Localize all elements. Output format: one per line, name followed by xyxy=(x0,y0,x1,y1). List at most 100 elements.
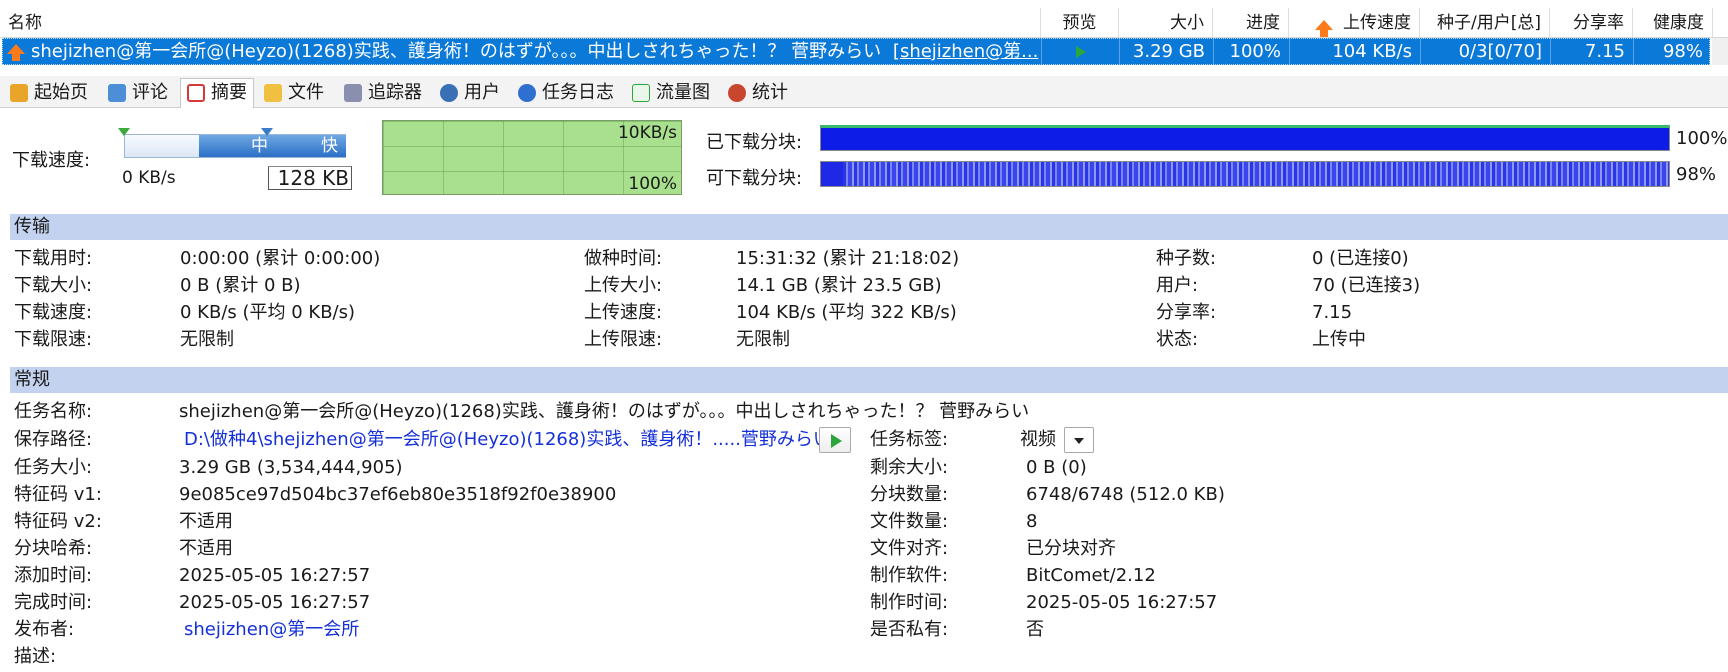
task-name-cell: shejizhen@第一会所@(Heyzo)(1268)实践、護身術！のはずが。… xyxy=(3,39,1042,64)
task-name-value: shejizhen@第一会所@(Heyzo)(1268)实践、護身術！のはずが。… xyxy=(179,401,1030,422)
traffic-graph-icon xyxy=(632,84,650,102)
column-size[interactable]: 大小 xyxy=(1119,8,1213,38)
share-ratio-cell: 7.15 xyxy=(1551,39,1634,64)
traffic-mini-graph: 10KB/s 100% xyxy=(382,120,682,195)
column-progress[interactable]: 进度 xyxy=(1213,8,1289,38)
task-size-label: 任务大小: xyxy=(14,457,93,478)
publisher-link[interactable]: shejizhen@第一会所 xyxy=(184,619,359,641)
tab-stats[interactable]: 统计 xyxy=(722,79,794,107)
upload-limit-label: 上传限速: xyxy=(584,329,663,350)
upload-speed-label: 上传速度: xyxy=(584,302,663,323)
downloaded-pieces-bar xyxy=(820,125,1670,151)
tab-label: 评论 xyxy=(132,82,168,103)
graph-max-label: 10KB/s xyxy=(617,123,677,143)
seeds-label: 种子数: xyxy=(1156,248,1217,269)
preview-play-icon[interactable] xyxy=(1075,46,1086,58)
peers-label: 用户: xyxy=(1156,275,1199,296)
created-time-value: 2025-05-05 16:27:57 xyxy=(1026,592,1218,613)
size-cell: 3.29 GB xyxy=(1120,39,1214,64)
task-name-link[interactable]: [shejizhen@第... xyxy=(893,41,1038,62)
tab-files[interactable]: 文件 xyxy=(258,79,330,107)
status-label: 状态: xyxy=(1156,329,1199,350)
slider-handle-icon[interactable] xyxy=(261,128,273,136)
software-label: 制作软件: xyxy=(870,565,949,586)
speed-slider[interactable]: 中 快 xyxy=(124,134,346,158)
tab-comments[interactable]: 评论 xyxy=(102,79,174,107)
file-align-label: 文件对齐: xyxy=(870,538,949,559)
completed-time-label: 完成时间: xyxy=(14,592,93,613)
created-time-label: 制作时间: xyxy=(870,592,949,613)
column-share-ratio[interactable]: 分享率 xyxy=(1550,8,1633,38)
task-log-icon xyxy=(518,84,536,102)
slider-min-marker-icon[interactable] xyxy=(118,128,130,136)
upload-size-value: 14.1 GB (累计 23.5 GB) xyxy=(736,275,942,296)
task-tag-value: 视频 xyxy=(1020,429,1056,450)
remaining-size-label: 剩余大小: xyxy=(870,457,949,478)
task-name-label: 任务名称: xyxy=(14,401,93,422)
comment-icon xyxy=(108,84,126,102)
peers-value: 70 (已连接3) xyxy=(1312,275,1421,296)
section-general: 常规 xyxy=(10,367,1728,393)
preview-cell[interactable] xyxy=(1042,39,1120,64)
chevron-down-icon xyxy=(1074,438,1084,444)
available-pieces-percent: 98% xyxy=(1676,164,1717,185)
piece-hash-label: 分块哈希: xyxy=(14,538,93,559)
tab-label: 文件 xyxy=(288,82,324,103)
software-value: BitComet/2.12 xyxy=(1026,565,1156,586)
slider-mid-label: 中 xyxy=(251,136,268,156)
download-size-value: 0 B (累计 0 B) xyxy=(180,275,301,296)
tab-start-page[interactable]: 起始页 xyxy=(4,79,94,107)
tab-label: 流量图 xyxy=(656,82,710,103)
upload-speed-value: 104 KB/s (平均 322 KB/s) xyxy=(736,302,957,323)
tab-trackers[interactable]: 追踪器 xyxy=(338,79,428,107)
private-value: 否 xyxy=(1026,619,1044,640)
piece-count-label: 分块数量: xyxy=(870,484,949,505)
task-size-value: 3.29 GB (3,534,444,905) xyxy=(179,457,403,478)
save-path-link[interactable]: D:\做种4\shejizhen@第一会所@(Heyzo)(1268)实践、護身… xyxy=(184,429,831,451)
column-health[interactable]: 健康度 xyxy=(1633,8,1713,38)
tab-label: 任务日志 xyxy=(542,82,614,103)
available-pieces-label: 可下载分块: xyxy=(706,168,803,189)
task-row[interactable]: shejizhen@第一会所@(Heyzo)(1268)实践、護身術！のはずが。… xyxy=(2,38,1710,65)
added-time-value: 2025-05-05 16:27:57 xyxy=(179,565,371,586)
hash-v2-value: 不适用 xyxy=(179,511,233,532)
seeds-peers-cell: 0/3[0/70] xyxy=(1421,39,1551,64)
download-speed-label: 下载速度: xyxy=(12,150,91,171)
health-cell: 98% xyxy=(1662,41,1703,62)
progress-cell: 100% xyxy=(1214,39,1290,64)
task-list-header: 名称 预览 大小 进度 上传速度 种子/用户[总] 分享率 健康度 xyxy=(0,8,1728,38)
seed-time-label: 做种时间: xyxy=(584,248,663,269)
column-upload-speed[interactable]: 上传速度 xyxy=(1289,8,1420,38)
task-tag-dropdown[interactable] xyxy=(1064,427,1094,453)
column-seeds-peers[interactable]: 种子/用户[总] xyxy=(1420,8,1550,38)
download-size-label: 下载大小: xyxy=(14,275,93,296)
column-name[interactable]: 名称 xyxy=(0,8,1041,38)
download-time-label: 下载用时: xyxy=(14,248,93,269)
tab-label: 摘要 xyxy=(211,82,247,103)
piece-count-value: 6748/6748 (512.0 KB) xyxy=(1026,484,1225,505)
open-folder-button[interactable] xyxy=(819,427,851,453)
list-scrollbar[interactable] xyxy=(1712,38,1728,65)
tab-label: 用户 xyxy=(464,82,500,103)
tab-summary[interactable]: 摘要 xyxy=(180,78,254,108)
download-speed-field-label: 下载速度: xyxy=(14,302,93,323)
column-preview[interactable]: 预览 xyxy=(1041,8,1119,38)
upload-sort-icon xyxy=(1315,20,1333,37)
speed-limit-input[interactable]: 128 KB xyxy=(268,166,352,190)
upload-speed-cell: 104 KB/s xyxy=(1290,39,1421,64)
task-name: shejizhen@第一会所@(Heyzo)(1268)实践、護身術！のはずが。… xyxy=(31,41,882,62)
download-speed-value: 0 KB/s (平均 0 KB/s) xyxy=(180,302,356,323)
file-count-value: 8 xyxy=(1026,511,1038,532)
download-limit-value: 无限制 xyxy=(180,329,234,350)
column-upload-speed-label: 上传速度 xyxy=(1343,13,1411,33)
files-icon xyxy=(264,84,282,102)
detail-tabs: 起始页 评论 摘要 文件 追踪器 用户 任务日志 流量图 统计 xyxy=(0,76,1728,108)
share-ratio-value: 7.15 xyxy=(1312,302,1353,323)
current-download-speed: 0 KB/s xyxy=(122,168,176,188)
tab-peers[interactable]: 用户 xyxy=(434,79,506,107)
tab-traffic-graph[interactable]: 流量图 xyxy=(626,79,716,107)
tab-task-log[interactable]: 任务日志 xyxy=(512,79,620,107)
download-time-value: 0:00:00 (累计 0:00:00) xyxy=(180,248,381,269)
tab-label: 统计 xyxy=(752,82,788,103)
hash-v1-value: 9e085ce97d504bc37ef6eb80e3518f92f0e38900 xyxy=(179,484,617,505)
